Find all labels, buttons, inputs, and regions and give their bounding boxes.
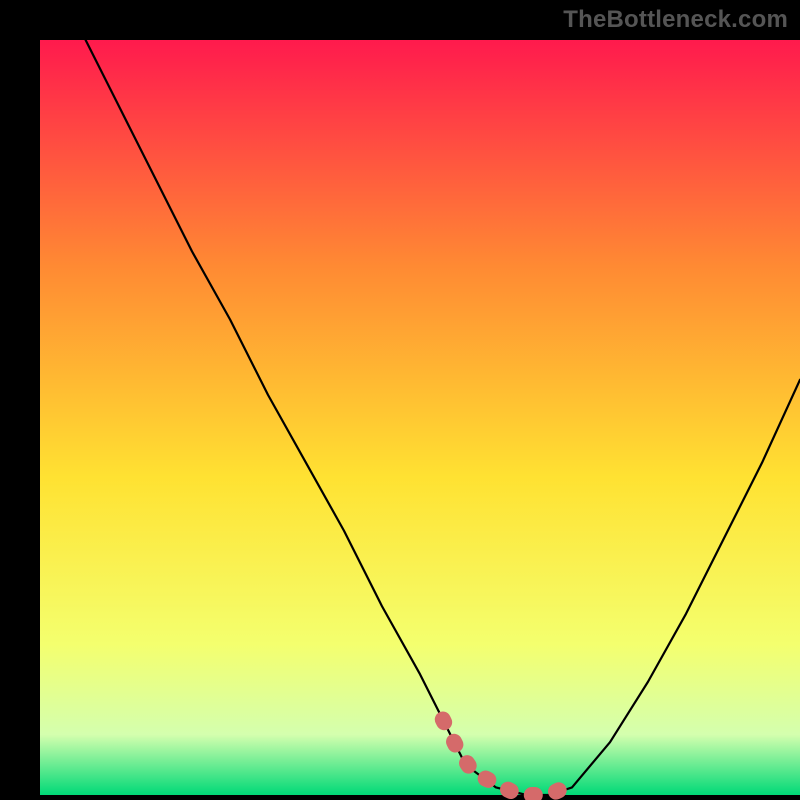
chart-svg [0,0,800,800]
chart-canvas [0,0,800,800]
watermark-text: TheBottleneck.com [563,6,788,34]
